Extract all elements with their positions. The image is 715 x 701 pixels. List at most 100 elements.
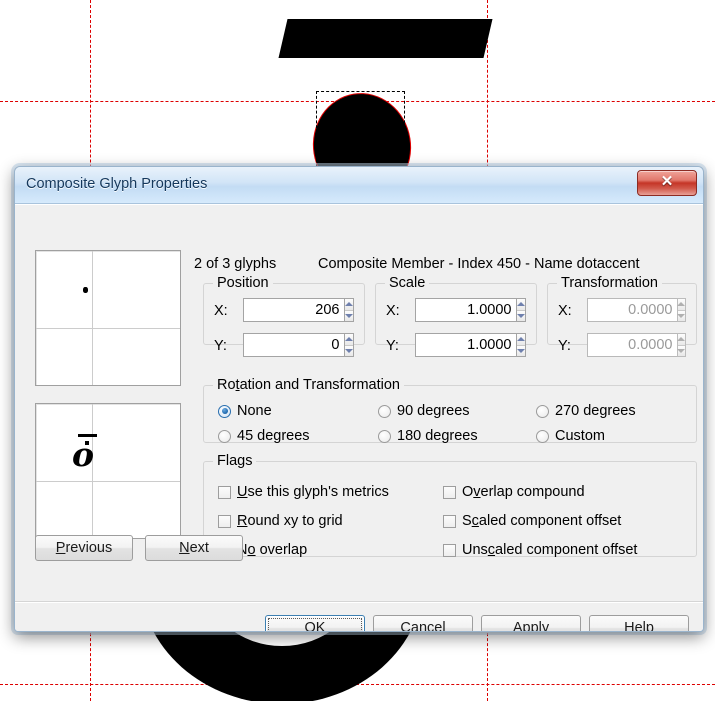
checkbox-icon <box>443 514 456 528</box>
scale-x-label: X: <box>386 303 400 319</box>
spin-down-icon[interactable] <box>516 345 525 356</box>
dialog-titlebar[interactable]: Composite Glyph Properties ✕ <box>15 167 703 204</box>
checkbox-icon <box>218 514 231 528</box>
preview-composite-glyph: o <box>72 435 95 474</box>
radio-rotation-45[interactable]: 45 degrees <box>218 428 310 444</box>
rotation-group-title: Rotation and Transformation <box>213 377 404 393</box>
transform-y-label: Y: <box>558 338 571 354</box>
checkbox-unscaled-component-offset[interactable]: Unscaled component offset <box>443 542 637 558</box>
transform-x-stepper <box>587 298 686 322</box>
position-x-spin-buttons[interactable] <box>343 298 354 322</box>
position-y-stepper[interactable] <box>243 333 354 357</box>
checkbox-icon <box>443 485 456 499</box>
component-preview-pane[interactable] <box>35 250 181 386</box>
scale-group-title: Scale <box>385 275 430 291</box>
preview-horizontal-axis <box>36 481 180 482</box>
help-button[interactable]: Help <box>589 615 689 631</box>
preview-dot-mark <box>85 441 89 445</box>
scale-y-spin-buttons[interactable] <box>515 333 526 357</box>
checkbox-use-glyph-metrics[interactable]: Use this glyph's metrics <box>218 484 389 500</box>
checkbox-overlap-compound[interactable]: Overlap compound <box>443 484 585 500</box>
radio-icon <box>378 404 391 418</box>
preview-macron-mark <box>78 434 97 437</box>
radio-icon <box>218 429 231 443</box>
radio-icon <box>378 429 391 443</box>
checkbox-label: Round xy to grid <box>237 513 343 529</box>
ok-button[interactable]: OK <box>265 615 365 632</box>
radio-rotation-180[interactable]: 180 degrees <box>378 428 478 444</box>
radio-icon <box>536 429 549 443</box>
radio-label: 180 degrees <box>397 428 478 444</box>
radio-label: 45 degrees <box>237 428 310 444</box>
radio-rotation-270[interactable]: 270 degrees <box>536 403 636 419</box>
checkbox-round-xy-to-grid[interactable]: Round xy to grid <box>218 513 343 529</box>
transform-x-input <box>587 298 677 322</box>
radio-rotation-custom[interactable]: Custom <box>536 428 605 444</box>
position-y-spin-buttons[interactable] <box>343 333 354 357</box>
scale-x-stepper[interactable] <box>415 298 526 322</box>
checkbox-label: Unscaled component offset <box>462 542 638 558</box>
scale-y-input[interactable] <box>415 333 516 357</box>
checkbox-label: Use this glyph's metrics <box>237 484 389 500</box>
spin-down-icon <box>677 345 685 356</box>
close-icon: ✕ <box>660 173 674 190</box>
spin-up-icon[interactable] <box>516 299 525 311</box>
transform-y-spin-buttons <box>676 333 686 357</box>
preview-vertical-axis <box>92 251 93 385</box>
ok-button-label: OK <box>304 620 326 632</box>
previous-button[interactable]: Previous <box>35 535 133 561</box>
transform-x-label: X: <box>558 303 572 319</box>
scale-y-label: Y: <box>386 338 399 354</box>
radio-label: 270 degrees <box>555 403 636 419</box>
dialog-client-area: o 2 of 3 glyphs Composite Member - Index… <box>15 204 703 601</box>
checkbox-label: Scaled component offset <box>462 513 622 529</box>
spin-up-icon[interactable] <box>344 299 353 311</box>
composite-preview-pane[interactable]: o <box>35 403 181 539</box>
preview-horizontal-axis <box>36 328 180 329</box>
transform-x-spin-buttons <box>676 298 686 322</box>
scale-y-stepper[interactable] <box>415 333 526 357</box>
spin-down-icon[interactable] <box>344 345 353 356</box>
radio-label: None <box>237 403 272 419</box>
preview-dotaccent-mark <box>83 287 88 293</box>
close-button[interactable]: ✕ <box>637 170 697 196</box>
apply-button[interactable]: Apply <box>481 615 581 631</box>
radio-rotation-90[interactable]: 90 degrees <box>378 403 470 419</box>
spin-down-icon <box>677 310 685 321</box>
radio-icon <box>218 404 231 418</box>
spin-down-icon[interactable] <box>344 310 353 321</box>
scale-x-spin-buttons[interactable] <box>515 298 526 322</box>
position-y-label: Y: <box>214 338 227 354</box>
radio-label: 90 degrees <box>397 403 470 419</box>
flags-group-title: Flags <box>213 453 257 469</box>
scale-x-input[interactable] <box>415 298 516 322</box>
checkbox-icon <box>218 485 231 499</box>
position-y-input[interactable] <box>243 333 344 357</box>
member-info-label: Composite Member - Index 450 - Name dota… <box>318 256 640 272</box>
checkbox-icon <box>443 543 456 557</box>
position-x-stepper[interactable] <box>243 298 354 322</box>
transformation-group-title: Transformation <box>557 275 662 291</box>
glyph-count-label: 2 of 3 glyphs <box>194 256 277 272</box>
next-button[interactable]: Next <box>145 535 243 561</box>
spin-up-icon <box>677 299 685 311</box>
radio-rotation-none[interactable]: None <box>218 403 272 419</box>
transform-y-stepper <box>587 333 686 357</box>
cancel-button[interactable]: Cancel <box>373 615 473 631</box>
screen-root: Composite Glyph Properties ✕ o 2 of 3 gl <box>0 0 715 701</box>
position-group-title: Position <box>213 275 273 291</box>
macron-glyph-shape[interactable] <box>278 19 493 58</box>
checkbox-label: Overlap compound <box>462 484 585 500</box>
radio-icon <box>536 404 549 418</box>
spin-up-icon[interactable] <box>516 334 525 346</box>
composite-glyph-properties-dialog: Composite Glyph Properties ✕ o 2 of 3 gl <box>14 166 704 632</box>
checkbox-scaled-component-offset[interactable]: Scaled component offset <box>443 513 621 529</box>
radio-label: Custom <box>555 428 605 444</box>
position-x-input[interactable] <box>243 298 344 322</box>
dialog-footer: OK Cancel Apply Help <box>15 601 703 632</box>
checkbox-label: No overlap <box>237 542 308 558</box>
spin-up-icon[interactable] <box>344 334 353 346</box>
position-x-label: X: <box>214 303 228 319</box>
spin-up-icon <box>677 334 685 346</box>
spin-down-icon[interactable] <box>516 310 525 321</box>
